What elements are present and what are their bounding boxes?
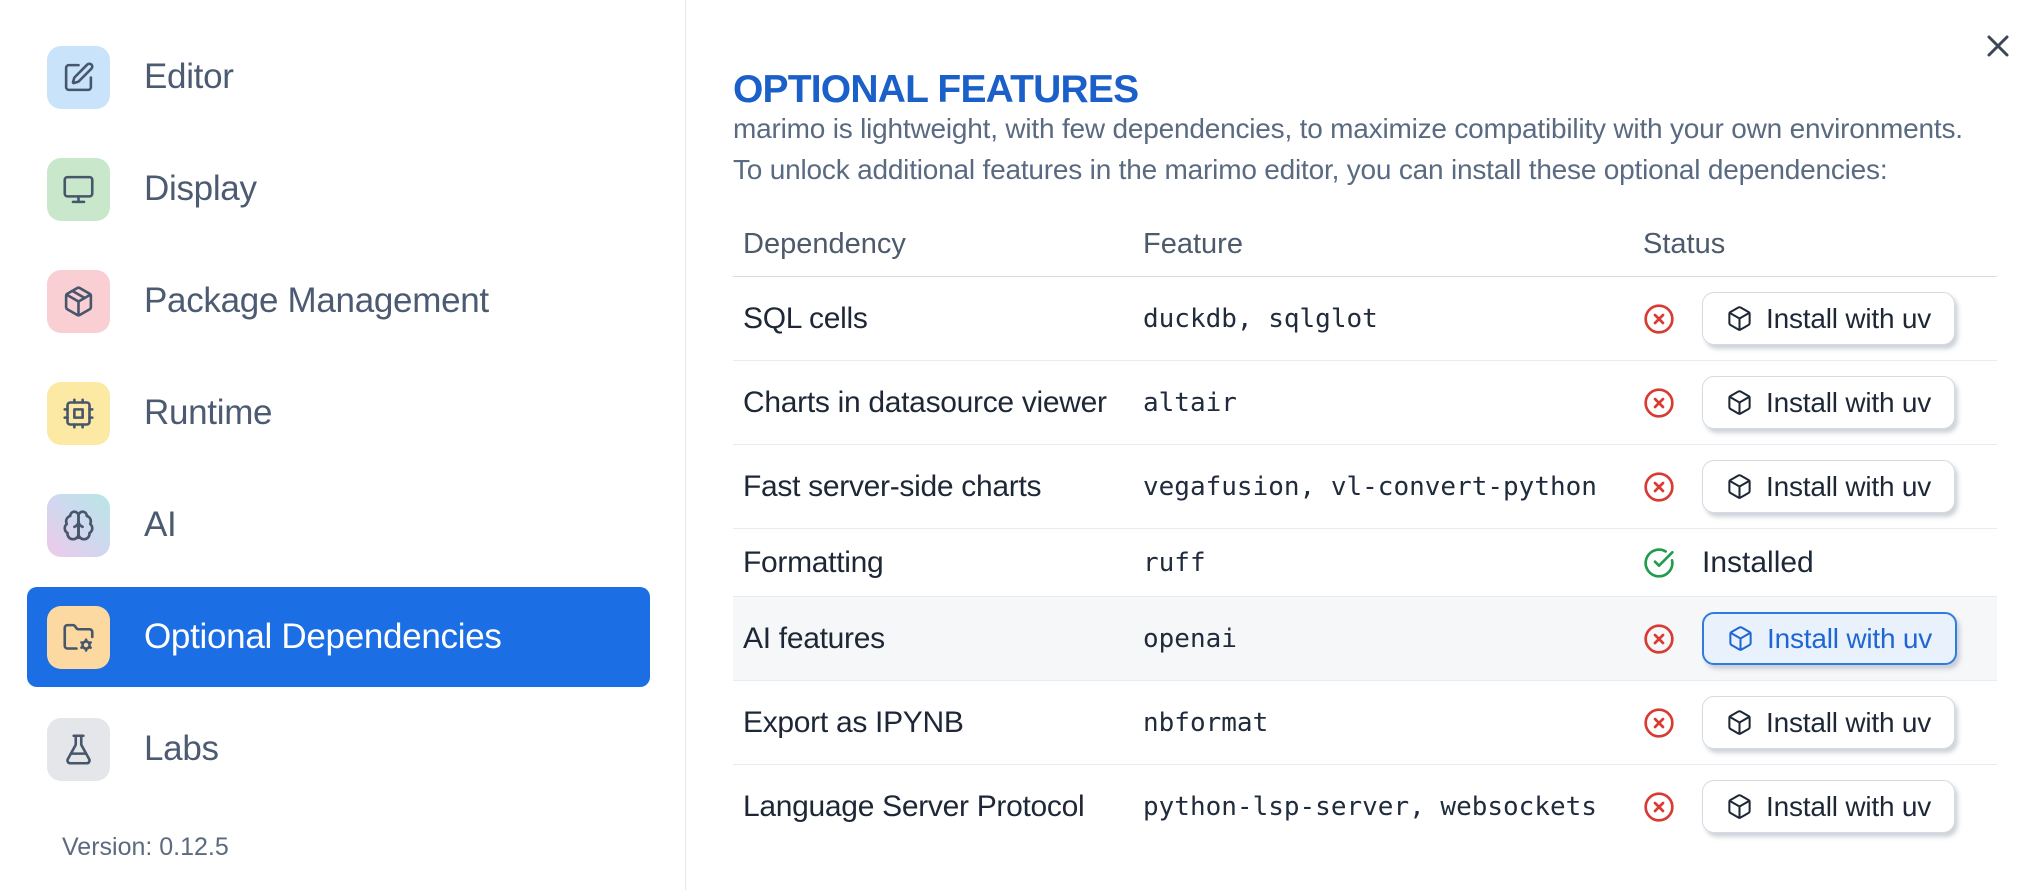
dependency-name: Charts in datasource viewer bbox=[743, 385, 1107, 419]
feature-packages: python-lsp-server, websockets bbox=[1143, 791, 1597, 822]
box-icon bbox=[1729, 626, 1752, 651]
circle-x-icon bbox=[1643, 387, 1675, 419]
box-icon bbox=[1728, 474, 1751, 499]
sidebar-item-package-management[interactable]: Package Management bbox=[27, 251, 650, 351]
sidebar-item-ai[interactable]: AI bbox=[27, 475, 650, 575]
table-row: SQL cells duckdb, sqlglot Install with u… bbox=[733, 277, 1997, 361]
box-icon bbox=[1728, 306, 1751, 331]
circle-x-icon bbox=[1643, 303, 1675, 335]
circle-x-icon bbox=[1643, 623, 1675, 655]
sidebar-item-label: Runtime bbox=[144, 393, 273, 432]
status-cell: Install with uv bbox=[1633, 292, 1997, 345]
description-line-2: To unlock additional features in the mar… bbox=[733, 154, 1888, 185]
install-with-uv-button[interactable]: Install with uv bbox=[1702, 780, 1956, 833]
sidebar-item-label: Package Management bbox=[144, 281, 489, 320]
sidebar-item-display[interactable]: Display bbox=[27, 139, 650, 239]
cpu-icon bbox=[47, 381, 110, 445]
table-row: Formatting ruff Installed bbox=[733, 529, 1997, 597]
dependency-name: Fast server-side charts bbox=[743, 469, 1042, 503]
dependency-name: SQL cells bbox=[743, 301, 868, 335]
header-dependency: Dependency bbox=[743, 227, 906, 260]
dependency-name: Language Server Protocol bbox=[743, 789, 1085, 823]
status-cell: Install with uv bbox=[1633, 376, 1997, 429]
circle-x-icon bbox=[1643, 707, 1675, 739]
sidebar-item-label: AI bbox=[144, 505, 177, 544]
feature-packages: duckdb, sqlglot bbox=[1143, 303, 1378, 334]
install-button-label: Install with uv bbox=[1766, 470, 1932, 502]
description-line-1: marimo is lightweight, with few dependen… bbox=[733, 113, 1963, 144]
feature-packages: ruff bbox=[1143, 547, 1206, 578]
install-button-label: Install with uv bbox=[1766, 302, 1932, 334]
dependency-name: Formatting bbox=[743, 545, 884, 579]
sidebar-item-editor[interactable]: Editor bbox=[27, 27, 650, 127]
box-icon bbox=[1728, 794, 1751, 819]
dependency-name: Export as IPYNB bbox=[743, 705, 964, 739]
sidebar-item-label: Editor bbox=[144, 57, 234, 96]
folder-cog-icon bbox=[47, 605, 110, 669]
install-with-uv-button-focused[interactable]: Install with uv bbox=[1702, 612, 1958, 665]
package-icon bbox=[47, 269, 110, 333]
sidebar-item-label: Display bbox=[144, 169, 257, 208]
flask-icon bbox=[47, 717, 110, 781]
status-cell: Install with uv bbox=[1633, 460, 1997, 513]
table-row: Charts in datasource viewer altair Insta… bbox=[733, 361, 1997, 445]
status-cell: Install with uv bbox=[1633, 780, 1997, 833]
table-header-row: Dependency Feature Status bbox=[733, 212, 1997, 277]
sidebar-item-optional-dependencies[interactable]: Optional Dependencies bbox=[27, 587, 650, 687]
dependencies-table: Dependency Feature Status SQL cells duck… bbox=[733, 212, 1997, 848]
install-with-uv-button[interactable]: Install with uv bbox=[1702, 292, 1956, 345]
page-description: marimo is lightweight, with few dependen… bbox=[733, 108, 1963, 190]
table-row: AI features openai Install with uv bbox=[733, 597, 1997, 681]
header-status: Status bbox=[1643, 227, 1726, 260]
dependency-name: AI features bbox=[743, 621, 885, 655]
feature-packages: nbformat bbox=[1143, 707, 1269, 738]
sidebar-item-labs[interactable]: Labs bbox=[27, 699, 650, 799]
feature-packages: openai bbox=[1143, 623, 1237, 654]
feature-packages: vegafusion, vl-convert-python bbox=[1143, 471, 1597, 502]
install-button-label: Install with uv bbox=[1766, 790, 1932, 822]
table-row: Language Server Protocol python-lsp-serv… bbox=[733, 765, 1997, 848]
status-cell: Installed bbox=[1633, 546, 1997, 580]
feature-packages: altair bbox=[1143, 387, 1237, 418]
circle-x-icon bbox=[1643, 791, 1675, 823]
circle-check-icon bbox=[1643, 547, 1675, 579]
settings-sidebar: Editor Display Package Management Runtim… bbox=[0, 0, 685, 890]
sidebar-item-label: Labs bbox=[144, 729, 219, 768]
install-with-uv-button[interactable]: Install with uv bbox=[1702, 460, 1956, 513]
monitor-icon bbox=[47, 157, 110, 221]
status-cell: Install with uv bbox=[1633, 696, 1997, 749]
box-icon bbox=[1728, 390, 1751, 415]
install-button-label: Install with uv bbox=[1766, 706, 1932, 738]
version-label: Version: 0.12.5 bbox=[62, 833, 229, 861]
table-row: Fast server-side charts vegafusion, vl-c… bbox=[733, 445, 1997, 529]
table-row: Export as IPYNB nbformat Install with uv bbox=[733, 681, 1997, 765]
header-feature: Feature bbox=[1143, 227, 1243, 260]
square-pen-icon bbox=[47, 45, 110, 109]
brain-icon bbox=[47, 493, 110, 557]
page-title: OPTIONAL FEATURES bbox=[733, 68, 1139, 112]
installed-status-label: Installed bbox=[1702, 545, 1814, 579]
box-icon bbox=[1728, 710, 1751, 735]
sidebar-item-label: Optional Dependencies bbox=[144, 617, 502, 656]
install-with-uv-button[interactable]: Install with uv bbox=[1702, 376, 1956, 429]
close-icon[interactable] bbox=[1978, 26, 2018, 66]
settings-dialog: Editor Display Package Management Runtim… bbox=[0, 0, 2042, 890]
circle-x-icon bbox=[1643, 471, 1675, 503]
install-button-label: Install with uv bbox=[1766, 386, 1932, 418]
install-with-uv-button[interactable]: Install with uv bbox=[1702, 696, 1956, 749]
optional-features-panel: OPTIONAL FEATURES marimo is lightweight,… bbox=[686, 0, 2042, 890]
sidebar-item-runtime[interactable]: Runtime bbox=[27, 363, 650, 463]
install-button-label: Install with uv bbox=[1767, 622, 1933, 654]
status-cell: Install with uv bbox=[1633, 612, 1997, 665]
